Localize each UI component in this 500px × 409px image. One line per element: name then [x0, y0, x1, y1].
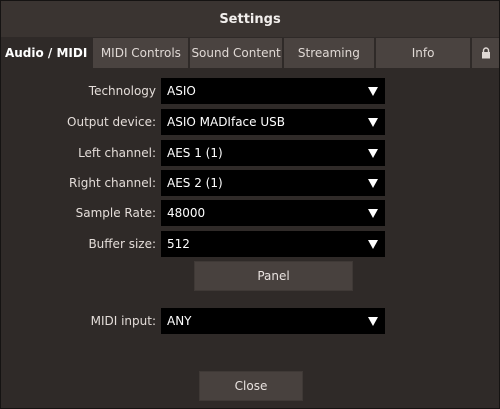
- dropdown-arrow-icon: [368, 179, 378, 188]
- right-channel-select[interactable]: AES 2 (1): [161, 170, 385, 196]
- technology-label: Technology: [88, 84, 156, 98]
- tab-bar: Audio / MIDI MIDI Controls Sound Content…: [1, 38, 500, 68]
- left-channel-select[interactable]: AES 1 (1): [161, 140, 385, 166]
- sample-rate-label: Sample Rate:: [75, 206, 156, 220]
- output-device-value: ASIO MADIface USB: [167, 115, 285, 129]
- technology-value: ASIO: [167, 84, 196, 98]
- lock-icon: [481, 47, 490, 59]
- tab-midi-controls[interactable]: MIDI Controls: [93, 38, 189, 68]
- buffer-size-label: Buffer size:: [88, 237, 156, 251]
- buffer-size-value: 512: [167, 237, 190, 251]
- settings-window: Settings Audio / MIDI MIDI Controls Soun…: [0, 0, 500, 409]
- panel-button[interactable]: Panel: [194, 261, 353, 291]
- dropdown-arrow-icon: [368, 149, 378, 158]
- dropdown-arrow-icon: [368, 209, 378, 218]
- tab-streaming[interactable]: Streaming: [283, 38, 374, 68]
- dropdown-arrow-icon: [368, 317, 378, 326]
- dropdown-arrow-icon: [368, 118, 378, 127]
- right-channel-value: AES 2 (1): [167, 176, 223, 190]
- sample-rate-select[interactable]: 48000: [161, 200, 385, 226]
- tab-info[interactable]: Info: [376, 38, 471, 68]
- close-button[interactable]: Close: [199, 371, 303, 401]
- right-channel-label: Right channel:: [69, 176, 156, 190]
- midi-input-row: MIDI input: ANY: [1, 308, 499, 334]
- midi-input-select[interactable]: ANY: [161, 308, 385, 334]
- sample-rate-value: 48000: [167, 206, 206, 220]
- left-channel-label: Left channel:: [78, 146, 156, 160]
- buffer-size-row: Buffer size: 512: [1, 231, 499, 257]
- right-channel-row: Right channel: AES 2 (1): [1, 170, 499, 196]
- midi-input-value: ANY: [167, 314, 192, 328]
- sample-rate-row: Sample Rate: 48000: [1, 200, 499, 226]
- midi-input-label: MIDI input:: [90, 314, 156, 328]
- dropdown-arrow-icon: [368, 240, 378, 249]
- technology-row: Technology ASIO: [1, 78, 499, 104]
- tab-sound-content[interactable]: Sound Content: [190, 38, 282, 68]
- window-title: Settings: [1, 1, 499, 37]
- output-device-select[interactable]: ASIO MADIface USB: [161, 109, 385, 135]
- buffer-size-select[interactable]: 512: [161, 231, 385, 257]
- tab-audio-midi[interactable]: Audio / MIDI: [1, 38, 92, 68]
- left-channel-row: Left channel: AES 1 (1): [1, 140, 499, 166]
- left-channel-value: AES 1 (1): [167, 146, 223, 160]
- output-device-label: Output device:: [67, 115, 156, 129]
- dropdown-arrow-icon: [368, 87, 378, 96]
- technology-select[interactable]: ASIO: [161, 78, 385, 104]
- tab-lock[interactable]: [472, 38, 500, 68]
- output-device-row: Output device: ASIO MADIface USB: [1, 109, 499, 135]
